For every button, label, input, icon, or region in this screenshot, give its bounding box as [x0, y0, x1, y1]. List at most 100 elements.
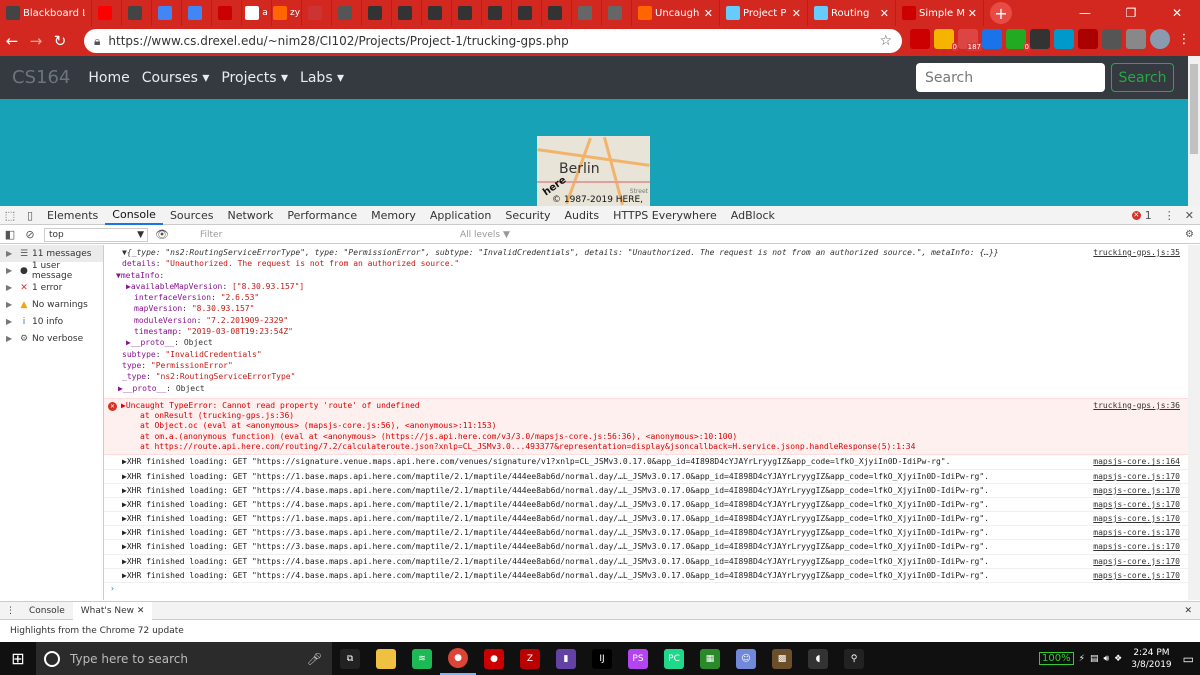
sidebar-filter-item[interactable]: ▶ ▲ No warnings [0, 296, 103, 313]
xhr-source-link[interactable]: mapsjs-core.js:170 [1093, 540, 1180, 553]
stack-frame[interactable]: at Object.oc (eval at <anonymous> (mapsj… [104, 421, 1188, 431]
pycharm-taskbar-button[interactable]: PC [656, 642, 692, 675]
devtools-tab-console[interactable]: Console [105, 206, 163, 225]
xhr-log-line[interactable]: ▶XHR finished loading: GET "https://1.ba… [104, 512, 1188, 527]
extension-icon[interactable] [1078, 29, 1098, 49]
sidebar-filter-item[interactable]: ▶ ☰ 11 messages [0, 245, 103, 262]
close-tab-icon[interactable]: ✕ [792, 7, 801, 20]
console-prompt[interactable]: › [104, 583, 1188, 594]
browser-tab[interactable] [182, 0, 212, 26]
minimize-button[interactable]: — [1062, 0, 1108, 26]
device-toolbar-icon[interactable]: ▯ [20, 209, 40, 222]
phpstorm-taskbar-button[interactable]: PS [620, 642, 656, 675]
browser-tab[interactable] [122, 0, 152, 26]
devtools-tab-security[interactable]: Security [498, 206, 557, 225]
sidebar-filter-item[interactable]: ▶ ✕ 1 error [0, 279, 103, 296]
object-property[interactable]: ▼metaInfo: [104, 270, 1188, 281]
browser-tab[interactable] [542, 0, 572, 26]
sidebar-filter-item[interactable]: ▶ i 10 info [0, 313, 103, 330]
browser-tab[interactable] [512, 0, 542, 26]
taskbar-clock[interactable]: 2:24 PM 3/8/2019 [1131, 647, 1171, 671]
devtools-tab-elements[interactable]: Elements [40, 206, 105, 225]
chrome-menu-icon[interactable]: ⋮ [1174, 29, 1194, 49]
map-widget[interactable]: Berlin here © 1987-2019 HERE, Street [537, 136, 650, 206]
xhr-source-link[interactable]: mapsjs-core.js:170 [1093, 512, 1180, 525]
object-property[interactable]: details: "Unauthorized. The request is n… [104, 258, 1188, 269]
power-icon[interactable]: ⚡ [1079, 654, 1085, 664]
close-window-button[interactable]: ✕ [1154, 0, 1200, 26]
console-settings-icon[interactable]: ⚙ [1185, 229, 1194, 240]
object-property[interactable]: interfaceVersion: "2.6.53" [104, 292, 1188, 303]
devtools-tab-https-everywhere[interactable]: HTTPS Everywhere [606, 206, 724, 225]
network-icon[interactable]: ▤ [1090, 654, 1099, 664]
browser-tab[interactable] [422, 0, 452, 26]
extension-icon[interactable] [1030, 29, 1050, 49]
browser-tab[interactable] [602, 0, 632, 26]
page-scrollbar[interactable] [1188, 56, 1200, 206]
nav-courses-dropdown[interactable]: Courses ▾ [142, 70, 210, 86]
restore-button[interactable]: ❐ [1108, 0, 1154, 26]
discord-taskbar-button[interactable]: ☺ [728, 642, 764, 675]
object-property[interactable]: type: "PermissionError" [104, 360, 1188, 371]
error-title[interactable]: ✕ ▶Uncaught TypeError: Cannot read proper… [104, 401, 1188, 411]
eye-icon[interactable]: 👁︎ [152, 228, 172, 241]
close-drawer-icon[interactable]: ✕ [1184, 606, 1192, 616]
chrome-taskbar-button[interactable]: ● [440, 642, 476, 675]
volume-icon[interactable]: 🔊︎ [1103, 654, 1109, 664]
xhr-source-link[interactable]: mapsjs-core.js:170 [1093, 569, 1180, 582]
object-property[interactable]: _type: "ns2:RoutingServiceErrorType" [104, 371, 1188, 382]
browser-tab[interactable] [452, 0, 482, 26]
log-object-header[interactable]: ▼{_type: "ns2:RoutingServiceErrorType", … [104, 247, 1188, 258]
devtools-tab-network[interactable]: Network [220, 206, 280, 225]
devtools-menu-icon[interactable]: ⋮ [1164, 209, 1175, 222]
twitch-taskbar-button[interactable]: ▮ [548, 642, 584, 675]
error-source-link[interactable]: trucking-gps.js:36 [1093, 401, 1180, 411]
extension-icon[interactable]: 187 [958, 29, 982, 51]
browser-tab[interactable] [212, 0, 242, 26]
xhr-log-line[interactable]: ▶XHR finished loading: GET "https://sign… [104, 455, 1188, 470]
xhr-source-link[interactable]: mapsjs-core.js:170 [1093, 526, 1180, 539]
extension-icon[interactable] [1102, 29, 1122, 49]
xhr-log-line[interactable]: ▶XHR finished loading: GET "https://4.ba… [104, 484, 1188, 498]
extension-icon[interactable]: 0 [934, 29, 958, 51]
site-brand[interactable]: CS164 [12, 67, 70, 88]
new-tab-button[interactable]: + [990, 2, 1012, 24]
nav-projects-dropdown[interactable]: Projects ▾ [221, 70, 288, 86]
search-tool-taskbar-button[interactable]: ⚲ [836, 642, 872, 675]
xhr-log-line[interactable]: ▶XHR finished loading: GET "https://3.ba… [104, 526, 1188, 541]
clear-console-icon[interactable]: ⊘ [20, 228, 40, 241]
microphone-icon[interactable]: 🎤︎ [307, 652, 322, 666]
xhr-log-line[interactable]: ▶XHR finished loading: GET "https://4.ba… [104, 569, 1188, 584]
browser-tab[interactable] [302, 0, 332, 26]
object-property[interactable]: timestamp: "2019-03-08T19:23:54Z" [104, 326, 1188, 337]
drawer-tab-whats-new[interactable]: What's New ✕ [72, 601, 153, 620]
site-search-input[interactable]: Search [916, 63, 1105, 92]
file-explorer-taskbar-button[interactable] [368, 642, 404, 675]
extension-icon[interactable]: 0 [1006, 29, 1030, 51]
forward-button[interactable]: → [24, 32, 48, 50]
browser-tab[interactable]: Routing ✕ [808, 0, 896, 26]
browser-tab[interactable] [362, 0, 392, 26]
browser-tab[interactable]: Uncaugh ✕ [632, 0, 720, 26]
object-property[interactable]: ▶__proto__: Object [104, 383, 1188, 394]
inspect-element-icon[interactable]: ⬚ [0, 209, 20, 222]
devtools-tab-sources[interactable]: Sources [163, 206, 221, 225]
profile-avatar[interactable] [1150, 29, 1170, 49]
xhr-source-link[interactable]: mapsjs-core.js:170 [1093, 484, 1180, 497]
site-search-button[interactable]: Search [1111, 63, 1174, 92]
browser-tab[interactable] [482, 0, 512, 26]
browser-tab[interactable] [152, 0, 182, 26]
browser-tab[interactable] [92, 0, 122, 26]
browser-tab[interactable]: zy [272, 0, 302, 26]
stack-frame[interactable]: at om.a.(anonymous function) (eval at <a… [104, 432, 1188, 442]
devtools-tab-audits[interactable]: Audits [558, 206, 607, 225]
xhr-log-line[interactable]: ▶XHR finished loading: GET "https://1.ba… [104, 470, 1188, 484]
dropbox-icon[interactable]: ❖ [1114, 654, 1122, 664]
battery-indicator[interactable]: 100% [1039, 652, 1074, 665]
browser-tab[interactable] [332, 0, 362, 26]
xhr-source-link[interactable]: mapsjs-core.js:170 [1093, 555, 1180, 568]
close-devtools-icon[interactable]: ✕ [1185, 209, 1194, 222]
taskbar-search-box[interactable]: Type here to search 🎤︎ [36, 642, 332, 675]
nav-labs-dropdown[interactable]: Labs ▾ [300, 70, 344, 86]
xhr-source-link[interactable]: mapsjs-core.js:170 [1093, 470, 1180, 483]
